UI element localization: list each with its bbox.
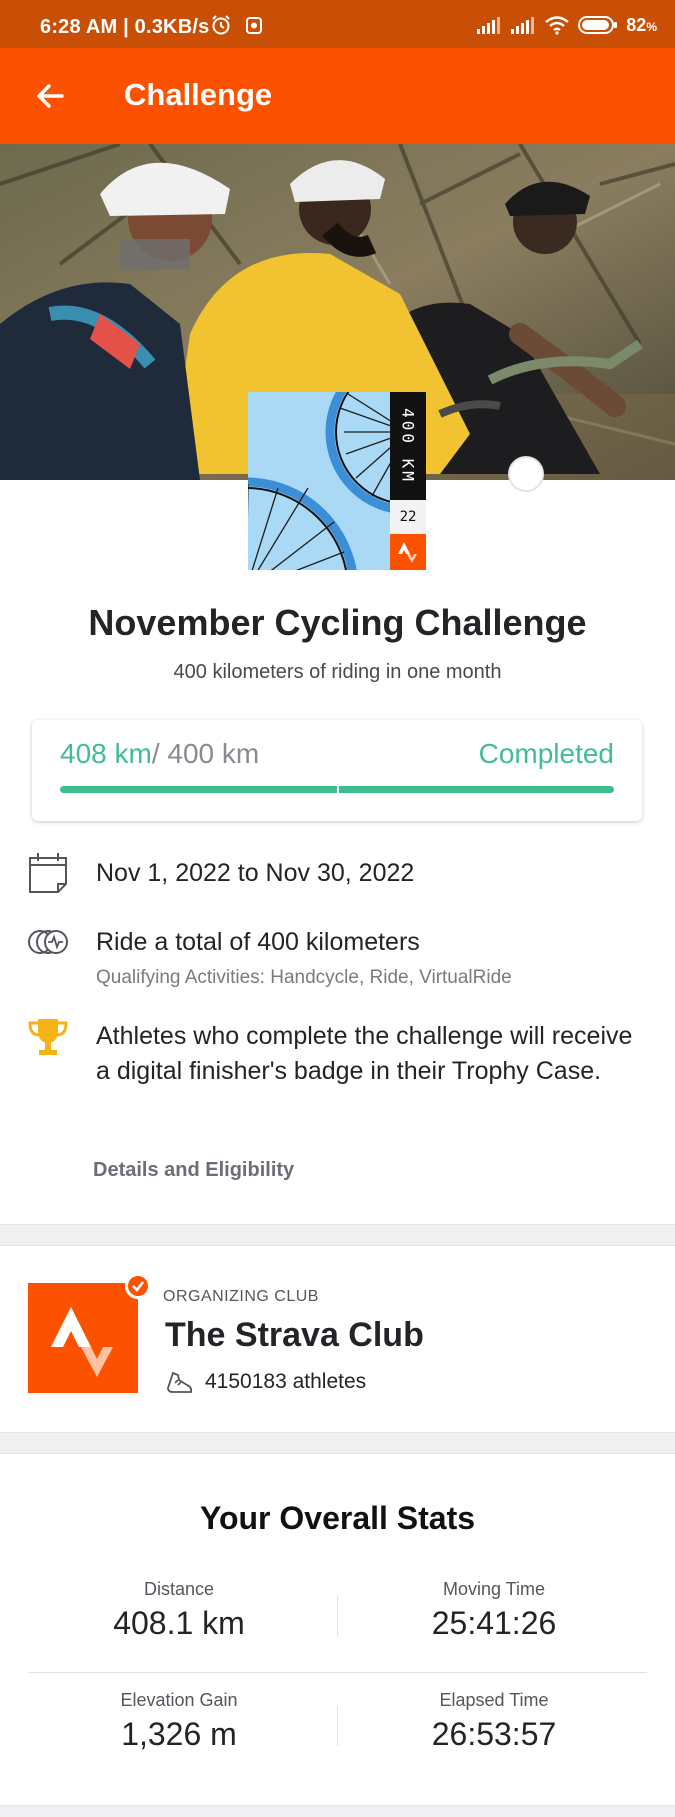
club-member-count: 4150183 athletes (205, 1370, 367, 1393)
status-bar: 6:28 AM | 0.3KB/s 82% (0, 0, 675, 48)
club-name[interactable]: The Strava Club (165, 1316, 424, 1355)
wifi-icon (545, 16, 570, 35)
reward-description: Athletes who complete the challenge will… (96, 1022, 633, 1085)
section-divider (0, 1432, 675, 1454)
status-time: 6:28 AM | 0.3KB/s (40, 16, 210, 38)
progress-card: 408 km/ 400 km Completed (32, 720, 642, 821)
section-divider (0, 1224, 675, 1246)
stats-title: Your Overall Stats (199, 1500, 476, 1536)
status-right-group: 82% (476, 14, 657, 36)
stat-divider (337, 1596, 338, 1636)
alarm-clock-icon (246, 17, 262, 34)
stat-elevation-value: 1,326 m (121, 1716, 237, 1752)
progress-bar-divider (337, 786, 339, 793)
stat-elapsed-time-value: 26:53:57 (431, 1716, 557, 1752)
progress-status: Completed (478, 738, 614, 769)
challenge-dates: Nov 1, 2022 to Nov 30, 2022 (96, 859, 415, 887)
stat-moving-time-value: 25:41:26 (431, 1605, 557, 1641)
club-logo[interactable] (28, 1283, 138, 1393)
stat-moving-time-label: Moving Time (442, 1579, 546, 1599)
progress-value: 408 km/ 400 km (60, 738, 260, 769)
signal-icon-2 (511, 17, 535, 34)
progress-bar (60, 786, 614, 793)
alarm-icon (212, 15, 230, 35)
stat-distance-label: Distance (143, 1579, 215, 1599)
page-title: Challenge (124, 77, 273, 112)
stat-elapsed-time-label: Elapsed Time (439, 1690, 549, 1710)
stat-elevation-label: Elevation Gain (120, 1690, 238, 1710)
signal-icon (477, 17, 501, 34)
badge-distance: 400 KM (390, 392, 426, 500)
challenge-subtitle: 400 kilometers of riding in one month (173, 661, 502, 683)
battery-percent: 82% (626, 14, 657, 35)
strava-logo-icon (390, 534, 426, 570)
challenge-title: November Cycling Challenge (88, 602, 587, 643)
calendar-icon (29, 853, 67, 893)
challenge-badge: 400 KM 22 (248, 392, 426, 570)
organizing-club-label: ORGANIZING CLUB (163, 1288, 319, 1305)
shoe-icon (167, 1371, 193, 1393)
stat-distance-value: 408.1 km (113, 1605, 245, 1641)
strava-logo-icon (51, 1307, 113, 1377)
verified-badge-icon (125, 1273, 151, 1299)
stat-divider (337, 1706, 338, 1746)
qualifying-activities: Qualifying Activities: Handcycle, Ride, … (96, 967, 512, 988)
section-divider (0, 1805, 675, 1817)
arrow-left-icon[interactable] (28, 74, 72, 118)
carousel-indicator (508, 456, 544, 492)
challenge-goal: Ride a total of 400 kilometers (96, 928, 420, 956)
activity-rings-icon (28, 930, 68, 954)
stat-row-divider (28, 1672, 647, 1673)
details-eligibility-link[interactable]: Details and Eligibility (93, 1159, 294, 1182)
trophy-icon (28, 1019, 68, 1055)
battery-icon (578, 16, 618, 34)
app-bar: Challenge (0, 48, 675, 144)
badge-year: 22 (390, 500, 426, 534)
